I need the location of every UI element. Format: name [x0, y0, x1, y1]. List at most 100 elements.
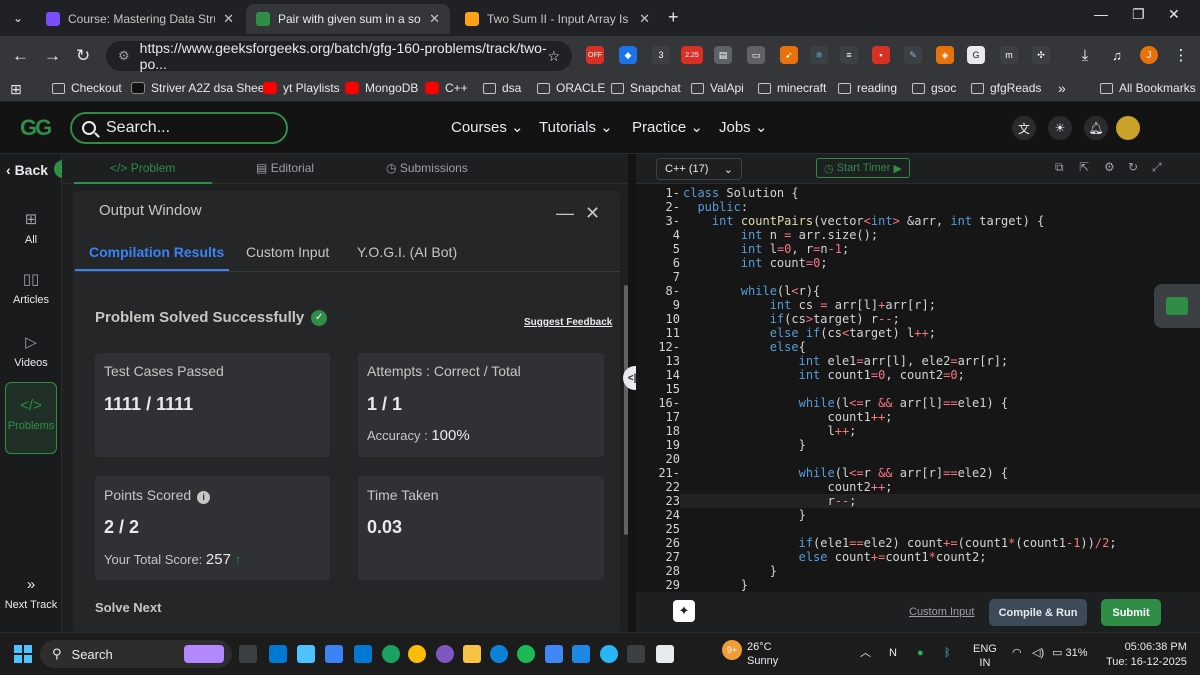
export-icon[interactable]: ⇱ — [1079, 160, 1089, 174]
chrome-alt-icon[interactable] — [436, 645, 454, 663]
edge-icon[interactable] — [490, 645, 508, 663]
forward-arrow-icon[interactable]: → — [44, 46, 61, 66]
ext-pen-icon[interactable]: ✎ — [904, 46, 922, 64]
browser-tab-2[interactable]: Pair with given sum in a sorted ✕ — [246, 4, 450, 34]
close-tab-icon[interactable]: ✕ — [223, 11, 234, 27]
language-select[interactable]: C++ (17) ⌄ — [656, 158, 742, 180]
ext-database-icon[interactable]: ≡ — [840, 46, 858, 64]
rail-item-problems[interactable]: </> Problems — [5, 382, 57, 454]
address-bar[interactable]: ⚙ https://www.geeksforgeeks.org/batch/gf… — [106, 40, 572, 72]
bookmark-gsoc[interactable]: gsoc — [912, 81, 956, 95]
battery-indicator[interactable]: ▭ 31% — [1052, 646, 1088, 660]
settings-gear-icon[interactable]: ⚙ — [1104, 160, 1115, 174]
reload-icon[interactable]: ↻ — [76, 46, 90, 66]
language-indicator[interactable]: ENG IN — [973, 642, 997, 670]
suggest-feedback-link[interactable]: Suggest Feedback — [524, 317, 612, 328]
tab-problem[interactable]: </> Problem — [110, 161, 175, 175]
app-icon[interactable] — [382, 645, 400, 663]
store-icon[interactable] — [545, 645, 563, 663]
tab-custom-input[interactable]: Custom Input — [246, 244, 329, 260]
fullscreen-icon[interactable]: ⤢ — [1152, 160, 1162, 175]
ext-fox-icon[interactable]: ◈ — [936, 46, 954, 64]
minimize-icon[interactable]: — — [1094, 6, 1108, 22]
folder-icon[interactable] — [463, 645, 481, 663]
tab-compilation-results[interactable]: Compilation Results — [89, 244, 224, 260]
restore-icon[interactable]: ❐ — [1132, 6, 1145, 23]
tab-search-icon[interactable]: ⌄ — [8, 8, 28, 28]
new-tab-icon[interactable]: + — [668, 8, 679, 26]
chat-button[interactable] — [1154, 284, 1200, 328]
ext-red-icon[interactable]: ▪ — [872, 46, 890, 64]
translate-icon[interactable]: 文 — [1012, 116, 1036, 140]
ext-m-icon[interactable]: m — [1000, 46, 1018, 64]
site-search-input[interactable]: Search... — [70, 112, 288, 144]
nav-practice[interactable]: Practice ⌄ — [632, 118, 703, 136]
telegram-icon[interactable] — [600, 645, 618, 663]
tab-editorial[interactable]: ▤ Editorial — [256, 161, 314, 175]
browser-tab-1[interactable]: Course: Mastering Data Structu ✕ — [36, 4, 244, 34]
outlook-icon[interactable] — [297, 645, 315, 663]
download-icon[interactable]: ⤓ — [1076, 46, 1094, 64]
extensions-puzzle-icon[interactable]: ✣ — [1032, 46, 1050, 64]
all-bookmarks[interactable]: All Bookmarks — [1100, 81, 1196, 95]
explorer-icon[interactable] — [325, 645, 343, 663]
bookmark-yt-playlists[interactable]: yt Playlists — [263, 81, 340, 95]
code-editor[interactable]: 1- 2- 3- 4 5 6 7 8- 9 10 11 12- 13 14 15 16- 17 18 19 20 21-… — [636, 184, 1200, 592]
browser-tab-3[interactable]: Two Sum II - Input Array Is Sort ✕ — [455, 4, 660, 34]
spotify-tray-icon[interactable]: ● — [917, 646, 924, 660]
windows-start-icon[interactable] — [14, 645, 32, 663]
close-tab-icon[interactable]: ✕ — [429, 11, 440, 27]
bookmark-minecraft[interactable]: minecraft — [758, 81, 826, 95]
ext-badge-three-icon[interactable]: 3 — [652, 46, 670, 64]
rail-item-all[interactable]: ⊞ All — [0, 210, 62, 246]
rail-item-articles[interactable]: ▯▯ Articles — [0, 270, 62, 306]
bookmark-snapchat[interactable]: Snapchat — [611, 81, 681, 95]
bookmark-dsa[interactable]: dsa — [483, 81, 521, 95]
notification-bell-icon[interactable]: 🔔︎ — [1084, 116, 1108, 140]
site-info-icon[interactable]: ⚙ — [118, 48, 130, 64]
bookmark-checkout[interactable]: Checkout — [52, 81, 122, 95]
next-track-link[interactable]: » Next Track — [0, 576, 62, 611]
info-icon[interactable]: i — [197, 490, 211, 504]
media-control-icon[interactable]: ♫ — [1108, 46, 1126, 64]
minimize-panel-icon[interactable]: — — [556, 203, 574, 224]
app-icon[interactable] — [627, 645, 645, 663]
bookmark-oracle[interactable]: ORACLE — [537, 81, 605, 95]
close-panel-icon[interactable]: ✕ — [585, 203, 600, 224]
clock[interactable]: 05:06:38 PM Tue: 16-12-2025 — [1106, 640, 1187, 670]
tab-submissions[interactable]: ◷ Submissions — [386, 161, 468, 175]
bookmark-mongodb[interactable]: MongoDB — [345, 81, 418, 95]
submit-button[interactable]: Submit — [1101, 599, 1161, 626]
chrome-icon[interactable] — [408, 645, 426, 663]
calculator-icon[interactable] — [572, 645, 590, 663]
ext-off-icon[interactable]: OFF — [586, 46, 604, 64]
copy-icon[interactable]: ⧉ — [1055, 160, 1064, 175]
vscode-icon[interactable] — [354, 645, 372, 663]
bookmark-valapi[interactable]: ValApi — [691, 81, 744, 95]
ext-price-icon[interactable]: 2.25 — [681, 46, 703, 64]
ext-note-icon[interactable]: ▭ — [747, 46, 765, 64]
ext-arrow-icon[interactable]: ➹ — [780, 46, 798, 64]
weather-widget[interactable]: 26°C Sunny — [747, 640, 778, 668]
theme-sun-icon[interactable]: ☀ — [1048, 116, 1072, 140]
bookmark-gfgreads[interactable]: gfgReads — [971, 81, 1041, 95]
bookmark-striver[interactable]: Striver A2Z dsa Sheet — [131, 81, 268, 95]
back-link[interactable]: ‹ Back — [6, 162, 48, 178]
nav-courses[interactable]: Courses ⌄ — [451, 118, 524, 136]
task-view-icon[interactable] — [239, 645, 257, 663]
taskbar-search[interactable]: ⚲ Search — [40, 640, 232, 668]
ext-g-icon[interactable]: G — [967, 46, 985, 64]
rail-item-videos[interactable]: ▷ Videos — [0, 333, 62, 369]
nav-jobs[interactable]: Jobs ⌄ — [719, 118, 767, 136]
lightbulb-icon[interactable]: ✦ — [673, 600, 695, 622]
chrome-menu-icon[interactable]: ⋮ — [1172, 46, 1190, 64]
back-arrow-icon[interactable]: ← — [12, 46, 29, 66]
bookmarks-overflow-icon[interactable]: » — [1058, 80, 1066, 96]
ext-diamond-icon[interactable]: ◆ — [619, 46, 637, 64]
bluetooth-icon[interactable]: ᛒ — [944, 646, 951, 660]
apps-grid-icon[interactable]: ⊞ — [10, 81, 22, 98]
volume-icon[interactable]: ◁) — [1032, 646, 1044, 660]
notion-icon[interactable] — [656, 645, 674, 663]
bookmark-reading[interactable]: reading — [838, 81, 897, 95]
tab-yogi-ai-bot[interactable]: Y.O.G.I. (AI Bot) — [357, 244, 457, 260]
